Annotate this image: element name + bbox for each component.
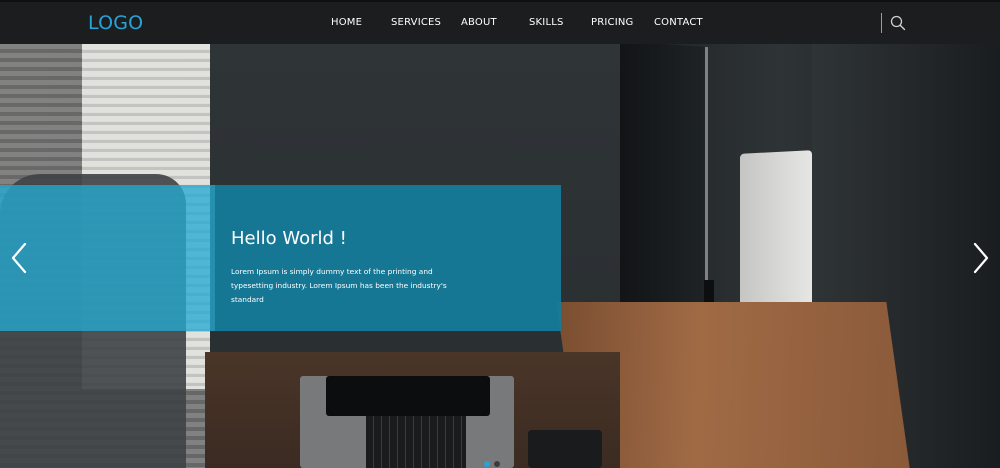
caption-panel [215, 185, 561, 331]
navbar: LOGO HOME SERVICES ABOUT SKILLS PRICING … [0, 2, 1000, 44]
slide-indicators [484, 454, 504, 467]
nav-pricing[interactable]: PRICING [591, 17, 634, 28]
nav-divider [881, 13, 882, 33]
hero-description: Lorem Ipsum is simply dummy text of the … [231, 267, 447, 304]
search-icon [890, 15, 906, 31]
chevron-left-icon [11, 242, 27, 274]
hero-title: Hello World ! [231, 228, 347, 249]
caption-overlay-light [0, 185, 215, 331]
search-button[interactable] [889, 14, 907, 32]
slide-dot-active[interactable] [484, 461, 490, 467]
nav-services[interactable]: SERVICES [391, 17, 441, 28]
nav-contact[interactable]: CONTACT [654, 17, 703, 28]
prev-slide-button[interactable] [8, 241, 30, 275]
hero-slider: Hello World ! Lorem Ipsum is simply dumm… [0, 44, 1000, 468]
chevron-right-icon [973, 242, 989, 274]
nav-home[interactable]: HOME [331, 17, 362, 28]
next-slide-button[interactable] [970, 241, 992, 275]
nav-skills[interactable]: SKILLS [529, 17, 564, 28]
nav-about[interactable]: ABOUT [461, 17, 497, 28]
logo[interactable]: LOGO [88, 12, 143, 34]
slide-dot[interactable] [494, 461, 500, 467]
